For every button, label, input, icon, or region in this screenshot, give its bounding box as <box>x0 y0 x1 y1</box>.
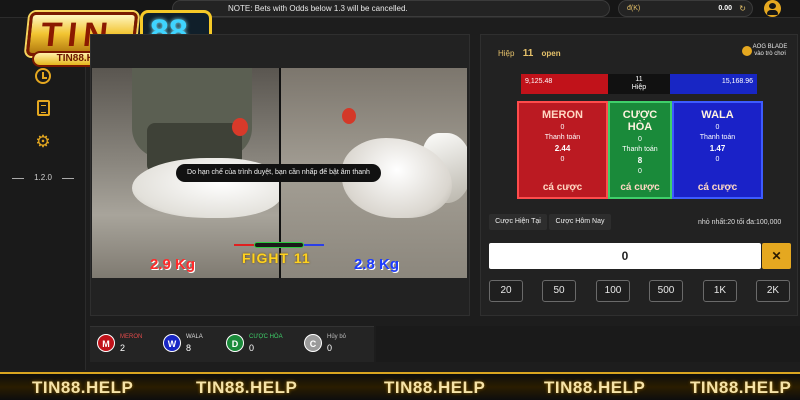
user-avatar-icon[interactable] <box>764 0 781 17</box>
bet-cards: MERON 0 Thanh toán 2.44 0 cá cược CƯỢC H… <box>517 101 763 199</box>
watermark-strip: TIN88.HELP TIN88.HELP TIN88.HELP TIN88.H… <box>0 372 800 400</box>
result-ball: D <box>226 334 244 352</box>
bet-card-amount: 0 <box>560 124 565 131</box>
bet-card-odds: 8 <box>637 156 643 165</box>
result-count: 0 <box>327 343 333 353</box>
bet-card-name: CƯỢC HÒA <box>622 109 658 133</box>
round-center-number: 11 <box>635 76 643 83</box>
rooster-left-comb <box>232 118 248 136</box>
bet-card-meron[interactable]: MERON 0 Thanh toán 2.44 0 cá cược <box>517 101 608 199</box>
result-label: Hủy bỏ <box>327 334 347 340</box>
bet-card-odds: 1.47 <box>709 144 726 153</box>
weight-right: 2.8 Kg <box>354 256 400 273</box>
bet-card-payout: 0 <box>638 168 642 175</box>
watermark-text: TIN88.HELP <box>544 378 646 397</box>
result-ball: C <box>304 334 322 352</box>
bet-card-odds: 2.44 <box>554 144 571 153</box>
balance-value: 0.00 <box>718 5 732 12</box>
tab-today-bets[interactable]: Cược Hôm Nay <box>549 214 611 230</box>
bet-card-wala[interactable]: WALA 0 Thanh toán 1.47 0 cá cược <box>672 101 763 199</box>
bet-card-name: WALA <box>701 109 734 121</box>
version-label: 1.2.0 <box>12 173 74 182</box>
bet-card-payout-label: Thanh toán <box>544 134 581 141</box>
bet-card-action[interactable]: cá cược <box>519 182 606 193</box>
bet-limits: nhỏ nhất:20 tối đa:100,000 <box>698 219 782 226</box>
bet-card-action[interactable]: cá cược <box>610 182 670 193</box>
result-label: CƯỢC HÒA <box>249 334 283 340</box>
bet-card-payout-label: Thanh toán <box>699 134 736 141</box>
left-sidebar: ⚙ 1.2.0 <box>0 18 86 370</box>
sound-unmute-tooltip[interactable]: Do hạn chế của trình duyệt, bạn cần nhấp… <box>176 164 381 182</box>
round-center-label: Hiệp <box>631 84 647 91</box>
chip-button[interactable]: 50 <box>542 280 576 302</box>
result-count: 0 <box>249 343 255 353</box>
bet-amount-input[interactable]: 0 <box>489 243 761 269</box>
history-clock-icon[interactable] <box>35 68 51 84</box>
round-status: open <box>541 49 561 58</box>
bet-card-action[interactable]: cá cược <box>674 182 761 193</box>
bet-card-payout: 0 <box>715 156 720 163</box>
refresh-icon[interactable]: ↻ <box>739 1 746 16</box>
fight-label: FIGHT 11 <box>242 250 311 266</box>
result-count: 8 <box>186 343 192 353</box>
bet-card-amount: 0 <box>638 136 642 143</box>
pool-scorebar: 9,125.48 11 Hiệp 15,168.96 <box>521 74 757 94</box>
currency-label: đ(K) <box>627 5 641 12</box>
result-ball: W <box>163 334 181 352</box>
live-video-stream[interactable]: Do hạn chế của trình duyệt, bạn cần nhấp… <box>92 68 467 278</box>
watermark-text: TIN88.HELP <box>690 378 792 397</box>
rooster-right-comb <box>342 108 356 124</box>
results-road-area <box>376 326 800 362</box>
watermark-text: TIN88.HELP <box>196 378 298 397</box>
wala-pool: 15,168.96 <box>670 74 757 94</box>
chip-button[interactable]: 100 <box>596 280 630 302</box>
provider-logo-icon <box>742 46 752 56</box>
bet-card-name: MERON <box>542 109 583 121</box>
notice-banner: NOTE: Bets with Odds below 1.3 will be c… <box>172 0 610 17</box>
watermark-text: TIN88.HELP <box>384 378 486 397</box>
game-provider-tag[interactable]: AOG BLADE vào trò chơi <box>742 44 798 60</box>
weight-left: 2.9 Kg <box>150 256 196 273</box>
app-root: NOTE: Bets with Odds below 1.3 will be c… <box>0 0 800 400</box>
chip-button[interactable]: 500 <box>649 280 683 302</box>
tab-current-bets[interactable]: Cược Hiện Tại <box>489 214 547 230</box>
fight-plate <box>254 242 304 248</box>
chip-button[interactable]: 2K <box>756 280 790 302</box>
bet-card-payout: 0 <box>560 156 565 163</box>
round-number: 11 <box>522 48 534 59</box>
result-ball: M <box>97 334 115 352</box>
document-icon[interactable] <box>37 100 50 116</box>
round-center: 11 Hiệp <box>608 74 670 94</box>
round-info: Hiệp 11 open <box>498 48 561 59</box>
clear-amount-button[interactable]: ✕ <box>762 243 791 269</box>
result-count: 2 <box>120 343 126 353</box>
result-label: MERON <box>120 334 143 340</box>
round-label: Hiệp <box>498 49 515 58</box>
bet-card-amount: 0 <box>715 124 720 131</box>
chip-button[interactable]: 1K <box>703 280 737 302</box>
result-label: WALA <box>186 334 203 340</box>
watermark-text: TIN88.HELP <box>32 378 134 397</box>
meron-pool: 9,125.48 <box>521 74 608 94</box>
chip-button[interactable]: 20 <box>489 280 523 302</box>
bet-card-draw[interactable]: CƯỢC HÒA 0 Thanh toán 8 0 cá cược <box>608 101 672 199</box>
wallet-balance: đ(K) 0.00 ↻ <box>618 0 753 17</box>
bet-card-payout-label: Thanh toán <box>622 146 658 153</box>
fight-badge: FIGHT 11 <box>234 242 324 272</box>
gear-icon[interactable]: ⚙ <box>35 133 51 150</box>
